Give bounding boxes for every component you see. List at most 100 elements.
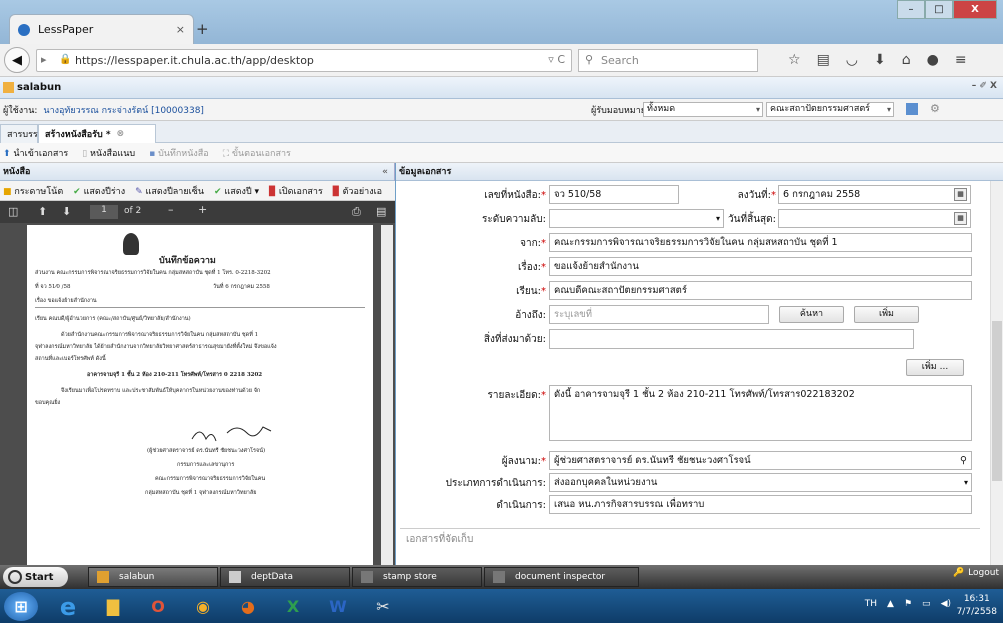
app-window-controls[interactable]: – ✐ X <box>972 81 997 91</box>
sticky-note-button[interactable]: ■ กระดาษโน้ต <box>3 184 63 198</box>
menu-icon[interactable]: ≡ <box>955 52 967 68</box>
divider <box>400 528 980 529</box>
form-scrollbar[interactable] <box>990 181 1003 565</box>
tab-create-incoming[interactable]: สร้างหนังสือรับ * ⊗ <box>38 124 156 143</box>
power-icon <box>8 570 22 584</box>
scrollbar-thumb[interactable] <box>992 321 1002 481</box>
document-tabs: สารบรรณ สร้างหนังสือรับ * ⊗ <box>0 121 1003 143</box>
browser-titlebar: LessPaper × + – □ X <box>0 0 1003 44</box>
windows-start-icon[interactable]: ⊞ <box>4 592 38 621</box>
download-icon[interactable]: ⬇ <box>874 52 886 68</box>
site-identity-icon[interactable]: ▸ <box>41 53 47 66</box>
collapse-icon[interactable]: « <box>382 163 388 181</box>
prev-page-icon[interactable]: ⬆ <box>38 205 47 218</box>
tab-title: LessPaper <box>38 23 94 36</box>
internet-explorer-icon[interactable]: e <box>48 592 88 621</box>
action-input[interactable]: เสนอ หน.ภารกิจสารบรรณ เพื่อทราบ <box>549 495 972 514</box>
chat-icon[interactable]: ● <box>927 52 939 68</box>
flag-icon[interactable]: ⚑ <box>904 599 912 609</box>
chrome-icon[interactable]: ◉ <box>183 592 223 621</box>
show-draft-button[interactable]: ✔ แสดงปีร่าง <box>73 184 125 198</box>
tab-saraban[interactable]: สารบรรณ <box>0 124 46 143</box>
language-indicator[interactable]: TH <box>865 599 877 609</box>
show-year-dropdown[interactable]: ✔ แสดงปี ▾ <box>214 184 259 198</box>
download-icon[interactable]: ▤ <box>376 205 386 218</box>
start-button[interactable]: Start <box>3 567 68 587</box>
calendar-icon[interactable]: ▦ <box>954 188 967 201</box>
taskbar-item-salabun[interactable]: salabun <box>88 567 218 587</box>
search-input[interactable]: ⚲ Search <box>578 49 758 72</box>
panel-title: ข้อมูลเอกสาร <box>399 167 452 177</box>
upload-icon[interactable] <box>906 103 918 115</box>
bookmark-star-icon[interactable]: ☆ <box>788 52 801 68</box>
panel-header: หนังสือ « <box>0 163 394 181</box>
show-signature-button[interactable]: ✎ แสดงปีลายเซ็น <box>135 184 204 198</box>
search-icon[interactable]: ⚲ <box>960 452 967 469</box>
back-icon[interactable]: ◀ <box>4 47 30 73</box>
reload-icon[interactable]: ▿ C <box>548 53 565 66</box>
open-document-button[interactable]: ▉ เปิดเอกสาร <box>269 184 323 198</box>
annotation-toolbar: ■ กระดาษโน้ต ✔ แสดงปีร่าง ✎ แสดงปีลายเซ็… <box>0 181 395 201</box>
outlook-icon[interactable]: O <box>138 592 178 621</box>
detail-textarea[interactable]: ดังนี้ อาคารจามจุรี 1 ชั้น 2 ห้อง 210-21… <box>549 385 972 441</box>
pen-icon: ✎ <box>135 186 143 197</box>
excel-icon[interactable]: X <box>273 592 313 621</box>
preview-button[interactable]: ▉ ตัวอย่างเอ <box>333 184 382 198</box>
signer-input[interactable]: ผู้ช่วยศาสตราจารย์ ดร.นันทรี ชัยชนะวงศาโ… <box>549 451 972 470</box>
calendar-icon[interactable]: ▦ <box>954 212 967 225</box>
attachment-input[interactable] <box>549 329 914 349</box>
action-type-label: ประเภทการดำเนินการ: <box>445 478 546 489</box>
from-input[interactable]: คณะกรรมการพิจารณาจริยธรรมการวิจัยในคน กล… <box>549 233 972 252</box>
zoom-in-icon[interactable]: + <box>198 203 207 216</box>
next-page-icon[interactable]: ⬇ <box>62 205 71 218</box>
ref-input[interactable]: ระบุเลขที่ <box>549 305 769 324</box>
close-tab-icon[interactable]: ⊗ <box>117 129 125 139</box>
taskbar-item-deptdata[interactable]: deptData <box>220 567 350 587</box>
maximize-button[interactable]: □ <box>925 0 953 19</box>
clock[interactable]: 16:31 7/7/2558 <box>957 593 997 619</box>
doc-no-input[interactable]: จว 510/58 <box>549 185 679 204</box>
signer-label: ผู้ลงนาม:* <box>501 456 546 467</box>
network-icon[interactable]: ▭ <box>922 599 931 609</box>
zoom-out-icon[interactable]: – <box>168 203 174 216</box>
find-button[interactable]: ค้นหา <box>779 306 844 323</box>
settings-gear-icon[interactable]: ⚙ <box>930 102 940 115</box>
tray-expand-icon[interactable]: ▲ <box>887 599 894 609</box>
due-date-input[interactable] <box>778 209 971 228</box>
volume-icon[interactable]: ◀) <box>941 599 951 609</box>
pdf-scrollbar[interactable] <box>381 225 393 565</box>
browser-tab[interactable]: LessPaper × <box>9 14 194 44</box>
memo-line: ด้วยสำนักงานคณะกรรมการพิจารณาจริยธรรมการ… <box>61 332 259 338</box>
pocket-icon[interactable]: ◡ <box>846 52 858 68</box>
close-window-button[interactable]: X <box>953 0 997 19</box>
taskbar-item-stamp-store[interactable]: stamp store <box>352 567 482 587</box>
url-bar[interactable]: ▸ 🔒 https://lesspaper.it.chula.ac.th/app… <box>36 49 572 72</box>
to-input[interactable]: คณบดีคณะสถาปัตยกรรมศาสตร์ <box>549 281 972 300</box>
sidebar-toggle-icon[interactable]: ◫ <box>8 205 18 218</box>
department-select[interactable]: คณะสถาปัตยกรรมศาสตร์ ▾ <box>766 102 894 117</box>
import-document-button[interactable]: ⬆ นำเข้าเอกสาร <box>3 146 68 160</box>
reading-list-icon[interactable]: ▤ <box>817 52 830 68</box>
snipping-tool-icon[interactable]: ✂ <box>363 592 403 621</box>
word-icon[interactable]: W <box>318 592 358 621</box>
close-tab-icon[interactable]: × <box>176 23 185 36</box>
firefox-icon[interactable]: ◕ <box>228 592 268 621</box>
action-type-select[interactable]: ส่งออกบุคคลในหน่วยงาน ▾ <box>549 473 972 492</box>
file-explorer-icon[interactable]: ▇ <box>93 592 133 621</box>
save-letter-button[interactable]: ▪ บันทึกหนังสือ <box>149 146 209 160</box>
subject-input[interactable]: ขอแจ้งย้ายสำนักงาน <box>549 257 972 276</box>
assignee-select[interactable]: ทั้งหมด ▾ <box>643 102 763 117</box>
minimize-button[interactable]: – <box>897 0 925 19</box>
page-number-input[interactable]: 1 <box>90 205 118 219</box>
signer-org: กลุ่มสหสถาบัน ชุดที่ 1 จุฬาลงกรณ์มหาวิทย… <box>145 490 257 496</box>
logout-button[interactable]: 🔑 Logout <box>953 568 999 578</box>
taskbar-item-document-inspector[interactable]: document inspector <box>484 567 639 587</box>
add-ref-button[interactable]: เพิ่ม <box>854 306 919 323</box>
new-tab-icon[interactable]: + <box>196 20 209 38</box>
attach-letter-button[interactable]: ▯ หนังสือแนบ <box>82 146 135 160</box>
home-icon[interactable]: ⌂ <box>902 52 911 68</box>
date-input[interactable]: 6 กรกฎาคม 2558 <box>778 185 971 204</box>
add-attachment-button[interactable]: เพิ่ม ... <box>906 359 964 376</box>
print-icon[interactable]: ⎙ <box>352 205 361 219</box>
document-steps-button[interactable]: ⛶ ขั้นตอนเอกสาร <box>223 146 291 160</box>
